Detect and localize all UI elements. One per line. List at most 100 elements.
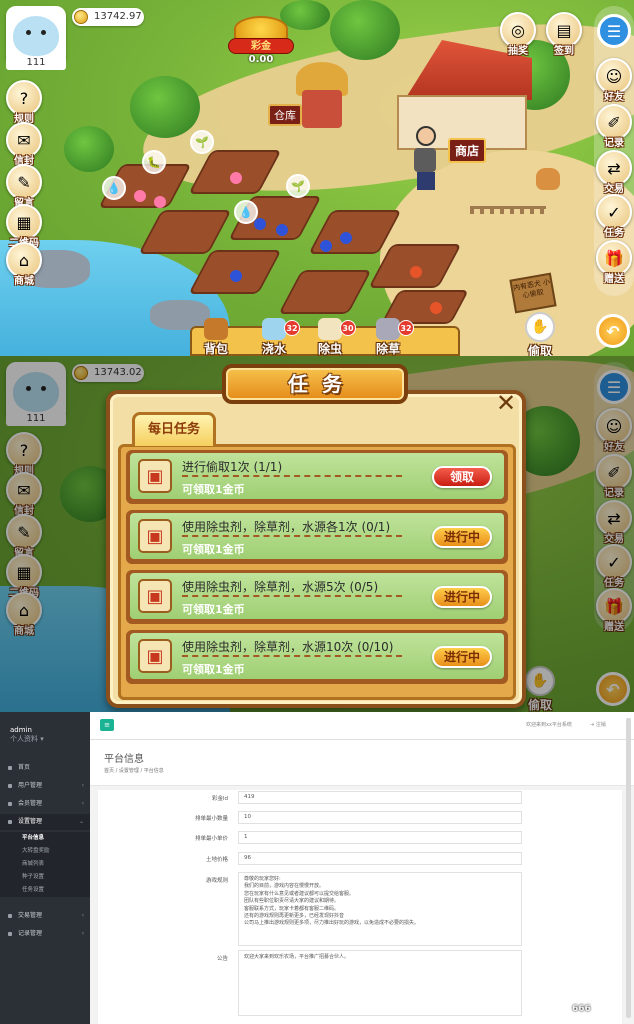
admin-topbar: ≡ 欢迎来到xx平台系统 ⇥ 注销 [90, 712, 634, 740]
rules-button[interactable]: ?规则 [4, 80, 44, 128]
subnav-shop-list[interactable]: 商城列表 [0, 858, 90, 871]
dialog-title: 任务 [288, 372, 356, 396]
friends-button[interactable]: ☺ 好友 [594, 58, 634, 106]
shop-sign[interactable]: 商店 [448, 138, 487, 163]
task-name: 使用除虫剂，除草剂，水源10次 (0/10) [182, 640, 394, 654]
blue-flower [340, 232, 352, 244]
nav-label: 首页 [18, 764, 31, 771]
logout-link[interactable]: ⇥ 注销 [590, 721, 606, 728]
watering-can-icon [262, 318, 286, 340]
subnav-wheel-rewards[interactable]: 大转盘奖励 [0, 845, 90, 858]
chevron-left-icon: ‹ [81, 912, 84, 919]
settings-icon [8, 820, 12, 824]
blue-flower [276, 224, 288, 236]
subnav-seed-settings[interactable]: 种子设置 [0, 871, 90, 884]
trade-button[interactable]: ⇄ 交易 [594, 150, 634, 198]
nav-label: 用户管理 [18, 782, 43, 789]
min-order-price-field[interactable]: 1 [238, 831, 522, 844]
close-icon[interactable]: ✕ [494, 391, 518, 416]
nav-label: 设置管理 [18, 818, 43, 825]
farm-plot[interactable] [278, 270, 372, 314]
task-reward: 可领取1金币 [182, 663, 245, 676]
coin-icon [74, 10, 88, 24]
admin-panel: admin 个人资料 ▾ 首页 用户管理 ‹ 会员管理 ‹ 设置管理 ⌄ 平台信息 大… [0, 712, 634, 1024]
hamburger-icon[interactable]: ≡ [100, 719, 114, 731]
nav-trade[interactable]: 交易管理 ‹ [0, 908, 90, 924]
records-button[interactable]: ✐ 记录 [594, 104, 634, 152]
subnav-platform-info[interactable]: 平台信息 [0, 832, 90, 845]
land-price-field[interactable]: 96 [238, 852, 522, 865]
back-arrow-icon[interactable]: ↶ [596, 314, 630, 348]
game-rules-textarea[interactable]: 尊敬的玩家您好: 我们的目前，游戏内容在慢慢开放。 您在玩家有什么意见或者建议都… [238, 872, 522, 946]
backpack-tool[interactable]: 背包 [186, 318, 246, 356]
admin-page-header: 平台信息 首页 / 设置管理 / 平台信息 [90, 740, 634, 786]
water-drop-icon[interactable]: 💧 [102, 176, 126, 200]
gift-button[interactable]: 🎁 赠送 [594, 240, 634, 288]
weed-tool[interactable]: 32 除草 [358, 318, 418, 356]
scrollbar[interactable] [626, 718, 631, 1018]
breadcrumb: 首页 / 设置管理 / 平台信息 [104, 768, 164, 774]
carrot-plant [430, 302, 442, 314]
in-progress-button[interactable]: 进行中 [432, 646, 492, 668]
steal-button[interactable]: ✋ 偷取 [520, 312, 560, 356]
nav-settings[interactable]: 设置管理 ⌄ [0, 814, 90, 830]
trade-label: 交易 [604, 184, 624, 195]
nav-users[interactable]: 用户管理 ‹ [0, 778, 90, 794]
task-row: ▣ 使用除虫剂，除草剂，水源10次 (0/10) 可领取1金币 进行中 [126, 630, 508, 684]
in-progress-button[interactable]: 进行中 [432, 526, 492, 548]
min-order-qty-field[interactable]: 10 [238, 811, 522, 824]
admin-profile-link[interactable]: 个人资料 ▾ [10, 735, 44, 744]
checkin-button[interactable]: ▤ 签到 [544, 12, 584, 60]
field-label: 土地价格 [205, 857, 228, 863]
farm-plot[interactable] [138, 210, 232, 254]
divider [182, 475, 402, 477]
notice-textarea[interactable]: 欢迎大家来到欢乐农场，平台推广招募合伙人。 [238, 950, 522, 1016]
in-progress-button[interactable]: 进行中 [432, 586, 492, 608]
field-label: 彩金ld [211, 796, 228, 802]
trowel-icon [376, 318, 400, 340]
task-reward: 可领取1金币 [182, 543, 245, 556]
task-reward: 可领取1金币 [182, 603, 245, 616]
grass-icon[interactable]: 🌱 [286, 174, 310, 198]
chevron-left-icon: ‹ [81, 800, 84, 807]
pest-label: 除虫 [317, 342, 342, 356]
pest-count-badge: 30 [340, 320, 356, 336]
bug-icon[interactable]: 🐛 [142, 150, 166, 174]
chevron-left-icon: ‹ [81, 782, 84, 789]
water-drop-icon[interactable]: 💧 [234, 200, 258, 224]
cloud-avatar-icon [13, 16, 59, 56]
subnav-task-settings[interactable]: 任务设置 [0, 884, 90, 897]
backpack-icon [204, 318, 228, 340]
hand-icon: ✋ [525, 312, 555, 342]
grass-icon[interactable]: 🌱 [190, 130, 214, 154]
task-button[interactable]: ✓ 任务 [594, 194, 634, 242]
jackpot-value: 0.00 [248, 54, 274, 65]
water-tool[interactable]: 32 浇水 [244, 318, 304, 356]
blue-flower [254, 218, 266, 230]
admin-user[interactable]: admin 个人资料 ▾ [10, 726, 44, 744]
coin-balance: 13742.97 [72, 8, 144, 26]
home-icon [8, 766, 12, 770]
player-id: 111 [6, 56, 66, 70]
jackpot[interactable]: 彩金 0.00 [224, 16, 298, 66]
warning-sign: 内有恶犬 小心偷取 [509, 272, 557, 314]
mail-button[interactable]: ✉ 信封 [4, 122, 44, 170]
weed-label: 除草 [375, 342, 400, 356]
field-label: 排单最小数量 [194, 816, 228, 822]
haystack-barn[interactable] [296, 62, 348, 128]
steal-label: 偷取 [527, 344, 552, 356]
lottery-button[interactable]: ◎ 抽奖 [498, 12, 538, 60]
tab-daily-tasks[interactable]: 每日任务 [132, 412, 216, 446]
claim-button[interactable]: 领取 [432, 466, 492, 488]
gift-box-icon: ▣ [138, 579, 172, 613]
jackpot-id-field[interactable]: 419 [238, 791, 522, 804]
mall-button[interactable]: ⌂ 商城 [4, 242, 44, 290]
gift-box-icon: ▣ [138, 519, 172, 553]
menu-icon[interactable]: ☰ [597, 14, 631, 48]
nav-records[interactable]: 记录管理 ‹ [0, 926, 90, 942]
pest-tool[interactable]: 30 除虫 [300, 318, 360, 356]
nav-home[interactable]: 首页 [0, 760, 90, 776]
task-row-body: ▣ 使用除虫剂，除草剂，水源10次 (0/10) 可领取1金币 进行中 [130, 633, 504, 679]
warehouse-sign[interactable]: 仓库 [268, 104, 302, 126]
nav-members[interactable]: 会员管理 ‹ [0, 796, 90, 812]
